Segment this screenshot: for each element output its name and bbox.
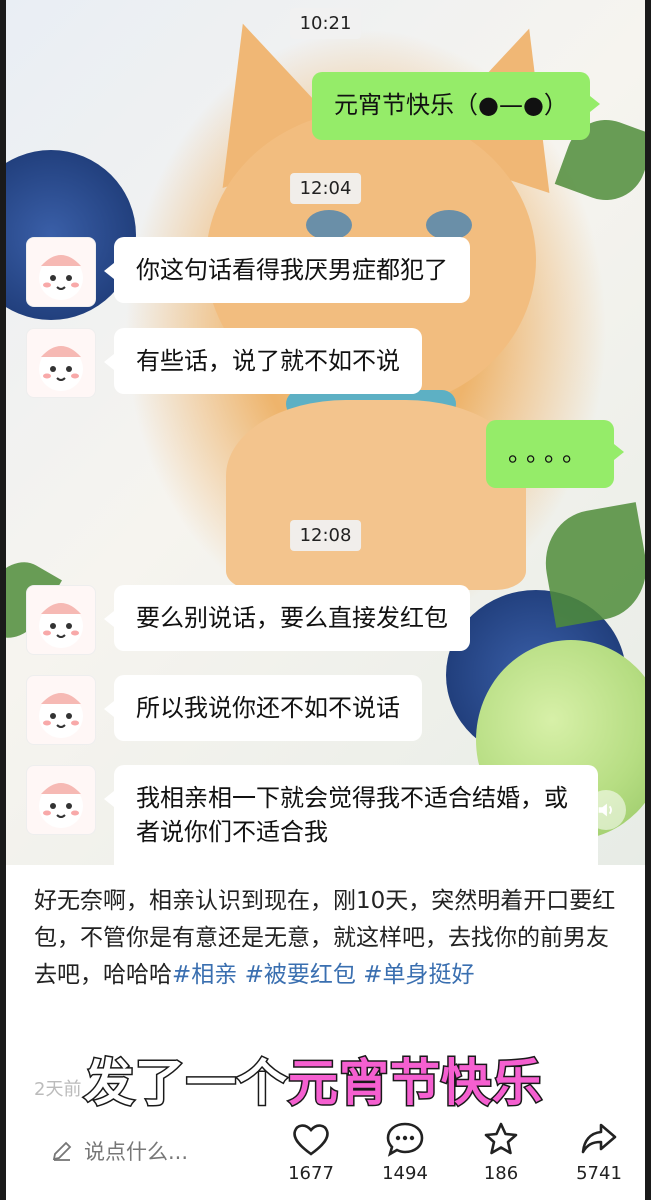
cat-body-decor [226,400,526,590]
post-screen: 10:21 12:04 12:08 元宵节快乐（●—●） 你这句话看得我厌男症都… [6,0,645,1200]
message-text: 。。。。 [508,439,592,467]
bottom-action-bar: 说点什么... 1677 1494 186 5741 [6,1113,645,1200]
favorite-button[interactable]: 186 [466,1121,536,1184]
chat-timestamp: 12:08 [289,520,362,551]
overlay-text-white: 发了一个 [83,1053,289,1114]
their-message-bubble: 我相亲相一下就会觉得我不适合结婚，或者说你们不适合我 [104,765,598,870]
favorite-count: 186 [483,1163,519,1184]
volume-icon [598,803,612,817]
their-message-bubble: 你这句话看得我厌男症都犯了 [104,237,470,303]
chat-screenshot-image: 10:21 12:04 12:08 元宵节快乐（●—●） 你这句话看得我厌男症都… [6,0,645,870]
my-message-bubble: 。。。。 [486,420,624,488]
avatar [26,237,96,307]
message-text: 我相亲相一下就会觉得我不适合结婚，或者说你们不适合我 [136,784,568,846]
cat-eye-decor [426,210,472,240]
their-message-bubble: 要么别说话，要么直接发红包 [104,585,470,651]
post-time: 2天前 [34,1079,82,1100]
hashtag[interactable]: #相亲 [172,962,237,988]
star-icon [484,1122,518,1155]
message-text: 有些话，说了就不如不说 [136,347,400,375]
my-message-bubble: 元宵节快乐（●—●） [312,72,600,140]
post-caption: 好无奈啊，相亲认识到现在，刚10天，突然明着开口要红包，不管你是有意还是无意，就… [34,883,624,994]
message-text: 所以我说你还不如不说话 [136,694,400,722]
comment-placeholder: 说点什么... [84,1140,189,1164]
leaf-decor [537,502,645,628]
heart-icon [293,1124,329,1156]
share-count: 5741 [576,1163,622,1184]
share-arrow-icon [581,1123,617,1154]
comment-button[interactable]: 1494 [370,1121,440,1184]
avatar [26,765,96,835]
comment-count: 1494 [382,1163,428,1184]
message-text: 要么别说话，要么直接发红包 [136,604,448,632]
comment-input[interactable]: 说点什么... [50,1131,188,1171]
message-text: 元宵节快乐（●—●） [334,91,568,119]
video-subtitle-overlay: 发了一个元宵节快乐 [83,1043,544,1115]
comment-bubble-icon [386,1122,424,1157]
post-caption-area: 好无奈啊，相亲认识到现在，刚10天，突然明着开口要红包，不管你是有意还是无意，就… [6,865,645,1200]
cat-eye-decor [306,210,352,240]
edit-pen-icon [52,1141,72,1161]
volume-button[interactable] [586,790,626,830]
share-button[interactable]: 5741 [564,1121,634,1184]
chat-timestamp: 12:04 [289,173,362,204]
like-count: 1677 [288,1163,334,1184]
avatar [26,328,96,398]
avatar [26,675,96,745]
their-message-bubble: 有些话，说了就不如不说 [104,328,422,394]
hashtag[interactable]: #单身挺好 [363,962,474,988]
overlay-text-pink: 元宵节快乐 [287,1053,544,1114]
hashtag[interactable]: #被要红包 [245,962,356,988]
their-message-bubble: 所以我说你还不如不说话 [104,675,422,741]
like-button[interactable]: 1677 [276,1121,346,1184]
message-text: 你这句话看得我厌男症都犯了 [136,256,448,284]
chat-timestamp: 10:21 [289,8,362,39]
avatar [26,585,96,655]
